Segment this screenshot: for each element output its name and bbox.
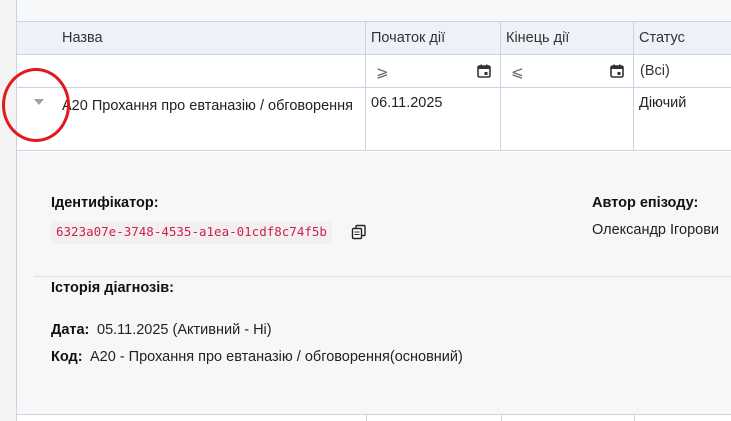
filter-end-operator[interactable]: ⩽ (511, 63, 524, 81)
left-gutter (0, 0, 17, 421)
column-header-status-label: Статус (639, 30, 685, 46)
column-header-start[interactable]: Початок дії (366, 22, 501, 54)
filter-status-cell[interactable]: (Всі) (634, 55, 731, 87)
grid-top-bar (17, 0, 731, 22)
filter-start-operator[interactable]: ⩾ (376, 63, 389, 81)
next-row-edge (17, 414, 731, 421)
column-header-end-label: Кінець дії (506, 30, 570, 46)
column-header-name[interactable]: Назва (17, 22, 366, 54)
identifier-value: 6323a07e-3748-4535-a1ea-01cdf8c74f5b (51, 222, 332, 244)
identifier-label: Ідентифікатор: (51, 195, 159, 211)
column-header-name-label: Назва (62, 30, 103, 46)
column-header-start-label: Початок дії (371, 30, 446, 46)
date-value: 05.11.2025 (Активний - Ні) (97, 322, 272, 338)
history-label: Історія діагнозів: (51, 280, 174, 296)
copy-icon[interactable] (351, 224, 367, 240)
code-label: Код: (51, 349, 83, 365)
code-value: A20 - Прохання про евтаназію / обговорен… (90, 349, 463, 365)
row-status-cell: Діючий (634, 88, 731, 150)
row-detail-panel: Ідентифікатор: 6323a07e-3748-4535-a1ea-0… (17, 152, 731, 414)
row-status: Діючий (639, 95, 687, 111)
detail-divider (34, 276, 731, 277)
row-end-cell (501, 88, 634, 150)
column-header-status[interactable]: Статус (634, 22, 731, 54)
highlight-circle (2, 68, 70, 142)
column-divider (634, 415, 635, 421)
filter-start-cell[interactable]: ⩾ (366, 55, 501, 87)
date-label: Дата: (51, 322, 90, 338)
filter-status-select[interactable]: (Всі) (640, 63, 670, 79)
column-divider (366, 415, 367, 421)
grid-header-row: Назва Початок дії Кінець дії Статус (17, 22, 731, 55)
filter-name-cell[interactable] (17, 55, 366, 87)
row-start: 06.11.2025 (371, 95, 443, 111)
grid-filter-row: ⩾ ⩽ (Всі) (17, 55, 731, 88)
calendar-icon[interactable] (610, 64, 624, 78)
column-header-end[interactable]: Кінець дії (501, 22, 634, 54)
row-start-cell: 06.11.2025 (366, 88, 501, 150)
column-divider (501, 415, 502, 421)
author-label: Автор епізоду: (592, 195, 699, 211)
calendar-icon[interactable] (477, 64, 491, 78)
row-name: A20 Прохання про евтаназію / обговорення (62, 98, 354, 114)
author-value: Олександр Ігорови (592, 222, 720, 238)
table-row[interactable]: A20 Прохання про евтаназію / обговорення… (17, 88, 731, 151)
filter-end-cell[interactable]: ⩽ (501, 55, 634, 87)
